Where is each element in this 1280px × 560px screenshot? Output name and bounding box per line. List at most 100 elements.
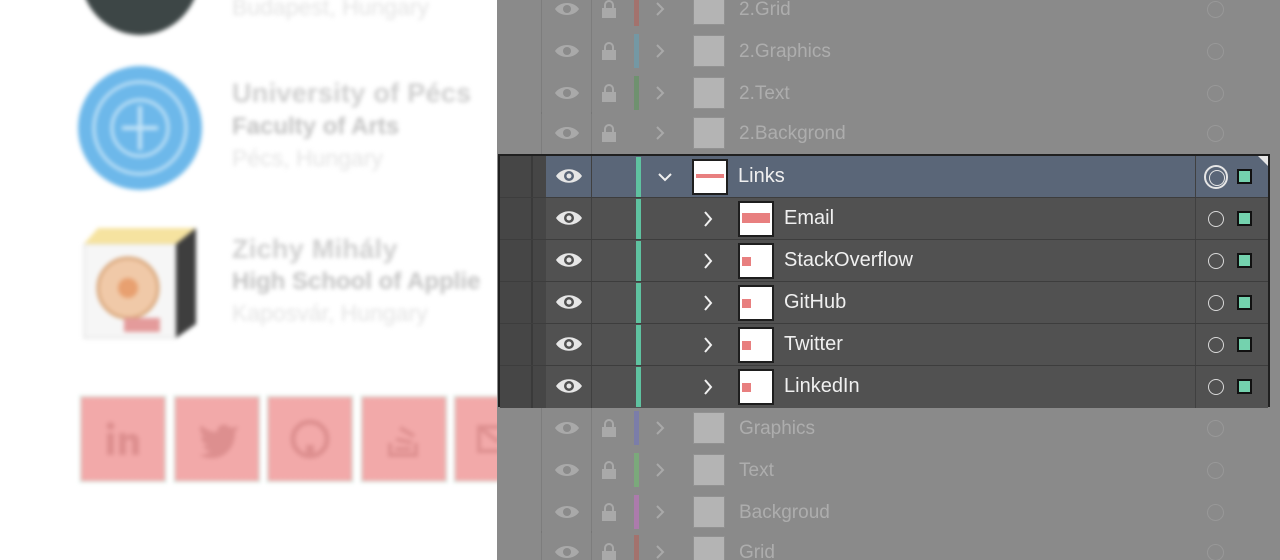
chevron-right-icon[interactable] (655, 43, 665, 59)
selection-square-icon[interactable] (1237, 169, 1252, 184)
selection-square-icon[interactable] (1237, 337, 1252, 352)
chevron-right-icon[interactable] (655, 420, 665, 436)
layer-color-bar (636, 325, 641, 365)
eye-icon[interactable] (554, 504, 580, 520)
layer-name[interactable]: 2.Text (739, 83, 790, 105)
layer-row-stackoverflow[interactable]: StackOverflow (500, 240, 1268, 282)
eye-icon[interactable] (554, 1, 580, 17)
layer-thumbnail (738, 243, 774, 279)
layer-name[interactable]: StackOverflow (784, 249, 913, 272)
university-seal-logo (78, 66, 202, 190)
target-circle-icon[interactable] (1204, 165, 1228, 189)
layer-name[interactable]: Links (738, 165, 785, 188)
layer-thumbnail (693, 536, 725, 560)
eye-icon[interactable] (554, 125, 580, 141)
layer-thumbnail (693, 35, 725, 67)
eye-icon[interactable] (555, 293, 583, 311)
selection-square-icon[interactable] (1237, 253, 1252, 268)
institution-faculty: Faculty of Arts (232, 113, 400, 140)
layer-row[interactable]: 2.Backgrond (497, 112, 1280, 154)
target-circle-icon[interactable] (1207, 85, 1224, 102)
target-circle-icon[interactable] (1207, 420, 1224, 437)
chevron-right-icon[interactable] (701, 252, 715, 270)
layer-row[interactable]: 2.Grid (497, 0, 1280, 30)
layer-row[interactable]: 2.Text (497, 72, 1280, 114)
institution-location: Kaposvár, Hungary (232, 300, 428, 326)
layer-color-bar (634, 411, 639, 445)
layer-name[interactable]: 2.Graphics (739, 41, 831, 63)
chevron-right-icon[interactable] (655, 125, 665, 141)
layer-color-bar (634, 116, 639, 150)
chevron-down-icon[interactable] (658, 168, 672, 186)
layer-row[interactable]: Grid (497, 531, 1280, 560)
lock-icon[interactable] (601, 84, 617, 102)
selection-square-icon[interactable] (1237, 379, 1252, 394)
layer-row-github[interactable]: GitHub (500, 282, 1268, 324)
layer-name[interactable]: Graphics (739, 418, 815, 440)
target-circle-icon[interactable] (1207, 544, 1224, 560)
eye-icon[interactable] (554, 43, 580, 59)
layer-name[interactable]: LinkedIn (784, 375, 860, 398)
selection-square-icon[interactable] (1237, 211, 1252, 226)
lock-icon[interactable] (601, 503, 617, 521)
layer-row[interactable]: Backgroud (497, 491, 1280, 533)
lock-icon[interactable] (601, 124, 617, 142)
lock-icon[interactable] (601, 543, 617, 560)
lock-icon[interactable] (601, 0, 617, 18)
institution-logo (80, 0, 200, 35)
artboard-canvas: Budapest, Hungary University of Pécs Fac… (0, 0, 560, 560)
target-circle-icon[interactable] (1207, 43, 1224, 60)
eye-icon[interactable] (554, 420, 580, 436)
layer-name[interactable]: Backgroud (739, 502, 830, 524)
chevron-right-icon[interactable] (655, 462, 665, 478)
chevron-right-icon[interactable] (655, 85, 665, 101)
layer-name[interactable]: 2.Grid (739, 0, 791, 21)
target-circle-icon[interactable] (1208, 295, 1224, 311)
lock-icon[interactable] (601, 42, 617, 60)
chevron-right-icon[interactable] (701, 210, 715, 228)
chevron-right-icon[interactable] (655, 1, 665, 17)
layer-row-linkedin[interactable]: LinkedIn (500, 366, 1268, 408)
layer-color-bar (634, 76, 639, 110)
target-circle-icon[interactable] (1208, 337, 1224, 353)
lock-icon[interactable] (601, 461, 617, 479)
layer-name[interactable]: Text (739, 460, 774, 482)
eye-icon[interactable] (555, 377, 583, 395)
chevron-right-icon[interactable] (701, 336, 715, 354)
layer-name[interactable]: GitHub (784, 291, 846, 314)
eye-icon[interactable] (554, 544, 580, 560)
target-circle-icon[interactable] (1207, 462, 1224, 479)
layer-row[interactable]: 2.Graphics (497, 30, 1280, 72)
layer-name[interactable]: Twitter (784, 333, 843, 356)
eye-icon[interactable] (555, 251, 583, 269)
layer-thumbnail (693, 454, 725, 486)
target-circle-icon[interactable] (1207, 504, 1224, 521)
layer-row-twitter[interactable]: Twitter (500, 324, 1268, 366)
layer-name[interactable]: Grid (739, 542, 775, 560)
institution-name: University of Pécs (232, 78, 472, 108)
eye-icon[interactable] (555, 209, 583, 227)
lock-icon[interactable] (601, 419, 617, 437)
chevron-right-icon[interactable] (701, 378, 715, 396)
eye-icon[interactable] (554, 85, 580, 101)
layer-row[interactable]: Text (497, 449, 1280, 491)
eye-icon[interactable] (555, 335, 583, 353)
target-circle-icon[interactable] (1207, 125, 1224, 142)
target-circle-icon[interactable] (1208, 253, 1224, 269)
chevron-right-icon[interactable] (655, 544, 665, 560)
layer-row-links[interactable]: Links (500, 156, 1268, 198)
layer-name[interactable]: Email (784, 207, 834, 230)
layer-thumbnail (693, 412, 725, 444)
eye-icon[interactable] (554, 462, 580, 478)
selection-square-icon[interactable] (1237, 295, 1252, 310)
twitter-icon (174, 396, 260, 482)
layer-row[interactable]: Graphics (497, 407, 1280, 449)
chevron-right-icon[interactable] (655, 504, 665, 520)
layer-name[interactable]: 2.Backgrond (739, 123, 846, 145)
layer-row-email[interactable]: Email (500, 198, 1268, 240)
eye-icon[interactable] (555, 167, 583, 185)
target-circle-icon[interactable] (1208, 379, 1224, 395)
target-circle-icon[interactable] (1207, 1, 1224, 18)
chevron-right-icon[interactable] (701, 294, 715, 312)
target-circle-icon[interactable] (1208, 211, 1224, 227)
